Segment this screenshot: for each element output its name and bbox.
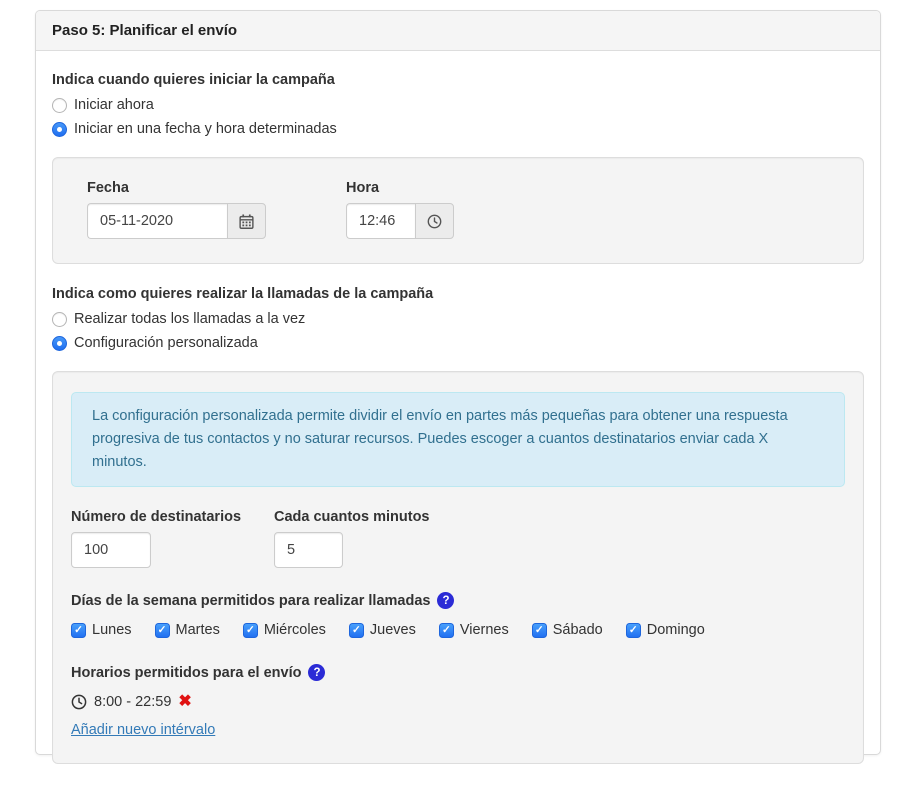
checkbox-checked-icon[interactable] (71, 623, 86, 638)
minutes-input[interactable] (274, 532, 343, 568)
minutes-field-group: Cada cuantos minutos (274, 509, 430, 568)
interval-row: 8:00 - 22:59 ✖ (71, 694, 845, 710)
time-field-group: Hora (346, 180, 454, 239)
checkbox-label[interactable]: Viernes (460, 622, 509, 638)
date-label: Fecha (87, 180, 266, 196)
checkbox-miercoles[interactable]: Miércoles (243, 622, 326, 638)
throttle-form-row: Número de destinatarios Cada cuantos min… (71, 509, 845, 568)
panel-heading: Paso 5: Planificar el envío (36, 11, 880, 51)
info-alert: La configuración personalizada permite d… (71, 392, 845, 487)
time-input[interactable] (346, 203, 415, 239)
recipients-label: Número de destinatarios (71, 509, 274, 525)
checkbox-checked-icon[interactable] (626, 623, 641, 638)
radio-icon-unchecked[interactable] (52, 312, 67, 327)
hours-label-row: Horarios permitidos para el envío ? (71, 664, 845, 681)
help-icon[interactable]: ? (437, 592, 454, 609)
radio-label[interactable]: Realizar todas los llamadas a la vez (74, 311, 305, 327)
step5-panel: Paso 5: Planificar el envío Indica cuand… (35, 10, 881, 755)
radio-option-iniciar-fecha[interactable]: Iniciar en una fecha y hora determinadas (52, 121, 864, 137)
remove-interval-icon[interactable]: ✖ (178, 694, 191, 710)
checkbox-label[interactable]: Martes (176, 622, 220, 638)
radio-option-configuracion-personalizada[interactable]: Configuración personalizada (52, 335, 864, 351)
checkbox-label[interactable]: Jueves (370, 622, 416, 638)
radio-option-iniciar-ahora[interactable]: Iniciar ahora (52, 97, 864, 113)
time-label: Hora (346, 180, 454, 196)
page-title: Paso 5: Planificar el envío (52, 22, 864, 39)
checkbox-domingo[interactable]: Domingo (626, 622, 705, 638)
hours-label: Horarios permitidos para el envío (71, 665, 301, 681)
start-section-label: Indica cuando quieres iniciar la campaña (52, 72, 864, 88)
checkbox-checked-icon[interactable] (155, 623, 170, 638)
checkbox-checked-icon[interactable] (532, 623, 547, 638)
date-field-group: Fecha (87, 180, 266, 239)
panel-body: Indica cuando quieres iniciar la campaña… (36, 51, 880, 780)
mode-section-label: Indica como quieres realizar la llamadas… (52, 286, 864, 302)
days-label: Días de la semana permitidos para realiz… (71, 593, 430, 609)
checkbox-sabado[interactable]: Sábado (532, 622, 603, 638)
days-checkbox-row: Lunes Martes Miércoles Jueves Viernes (71, 622, 845, 638)
minutes-label: Cada cuantos minutos (274, 509, 430, 525)
interval-value: 8:00 - 22:59 (94, 694, 171, 710)
checkbox-label[interactable]: Lunes (92, 622, 132, 638)
radio-label[interactable]: Iniciar en una fecha y hora determinadas (74, 121, 337, 137)
custom-config-box: La configuración personalizada permite d… (52, 371, 864, 764)
clock-addon-button[interactable] (415, 203, 454, 239)
checkbox-label[interactable]: Domingo (647, 622, 705, 638)
days-label-row: Días de la semana permitidos para realiz… (71, 592, 845, 609)
checkbox-checked-icon[interactable] (349, 623, 364, 638)
checkbox-label[interactable]: Miércoles (264, 622, 326, 638)
checkbox-viernes[interactable]: Viernes (439, 622, 509, 638)
recipients-input[interactable] (71, 532, 151, 568)
checkbox-martes[interactable]: Martes (155, 622, 220, 638)
help-icon[interactable]: ? (308, 664, 325, 681)
radio-icon-checked[interactable] (52, 336, 67, 351)
date-input-group (87, 203, 266, 239)
calendar-icon (239, 214, 254, 229)
date-input[interactable] (87, 203, 227, 239)
checkbox-jueves[interactable]: Jueves (349, 622, 416, 638)
radio-icon-unchecked[interactable] (52, 98, 67, 113)
checkbox-label[interactable]: Sábado (553, 622, 603, 638)
radio-icon-checked[interactable] (52, 122, 67, 137)
radio-label[interactable]: Configuración personalizada (74, 335, 258, 351)
recipients-field-group: Número de destinatarios (71, 509, 274, 568)
datetime-box: Fecha (52, 157, 864, 264)
time-input-group (346, 203, 454, 239)
clock-icon (427, 214, 442, 229)
radio-option-todas-a-la-vez[interactable]: Realizar todas los llamadas a la vez (52, 311, 864, 327)
checkbox-checked-icon[interactable] (243, 623, 258, 638)
checkbox-checked-icon[interactable] (439, 623, 454, 638)
add-interval-link[interactable]: Añadir nuevo intérvalo (71, 722, 215, 738)
clock-icon (71, 694, 87, 710)
radio-label[interactable]: Iniciar ahora (74, 97, 154, 113)
calendar-addon-button[interactable] (227, 203, 266, 239)
checkbox-lunes[interactable]: Lunes (71, 622, 132, 638)
